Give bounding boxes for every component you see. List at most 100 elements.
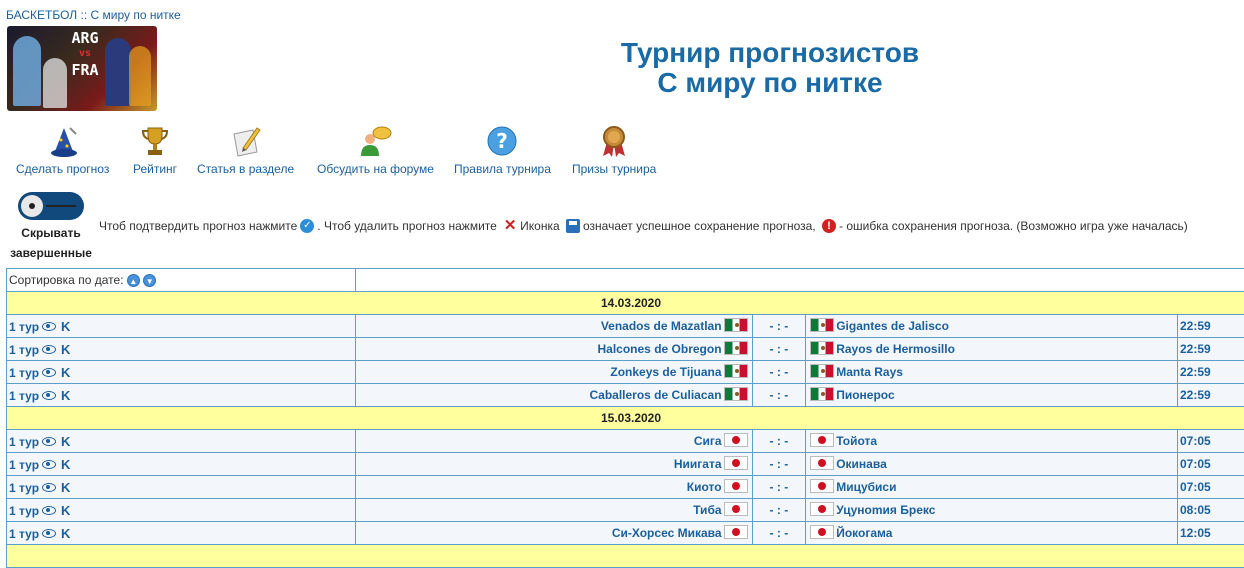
home-team-name[interactable]: Киото [687,480,722,494]
tour-link[interactable]: 1 тур [9,435,39,449]
k-link[interactable]: K [61,503,70,518]
nav-rules[interactable]: ? Правила турнира [454,124,551,176]
mexico-flag-icon [810,341,834,355]
sort-desc-icon[interactable]: ▼ [143,274,156,287]
eye-icon[interactable] [42,322,56,331]
match-row: 1 турKСи-Хорсес Микава- : -Йокогама12:05 [7,522,1244,545]
away-team-cell: Gigantes de Jalisco [806,315,1178,338]
away-team-name[interactable]: Йокогама [836,526,892,540]
matches-table: Сортировка по дате: ▲ ▼ 14.03.20201 турK… [6,268,1244,568]
wizard-hat-icon [46,124,80,158]
score-cell[interactable]: - : - [752,499,806,522]
tour-cell: 1 тур K [7,522,356,545]
k-link[interactable]: K [61,480,70,495]
eye-icon[interactable] [42,391,56,400]
home-team-name[interactable]: Сига [694,434,722,448]
match-row: 1 тур K Venados de Mazatlan - : - Gigantes d… [7,315,1244,338]
eye-icon[interactable] [42,529,56,538]
japan-flag-icon [810,479,834,493]
k-link[interactable]: K [61,319,70,334]
sort-asc-icon[interactable]: ▲ [127,274,140,287]
k-link[interactable]: K [61,526,70,541]
mexico-flag-icon [724,341,748,355]
tour-link[interactable]: 1 тур [9,527,39,541]
eye-icon[interactable] [42,483,56,492]
away-team-cell: Окинава [806,453,1178,476]
away-team-name[interactable]: Тойота [836,434,877,448]
away-team-name[interactable]: Мицубиси [836,480,896,494]
eye-icon[interactable] [42,368,56,377]
away-team-cell: Йокогама [806,522,1178,545]
match-time: 22:59 [1177,338,1244,361]
help-question-icon: ? [485,124,519,158]
eye-icon[interactable] [42,506,56,515]
home-team-cell: Venados de Mazatlan [356,315,752,338]
away-team-name[interactable]: Rayos de Hermosillo [836,342,955,356]
away-team-cell: Уцунomия Брекс [806,499,1178,522]
score-cell[interactable]: - : - [752,453,806,476]
k-link[interactable]: K [61,388,70,403]
score-cell[interactable]: - : - [752,476,806,499]
away-team-name[interactable]: Уцунomия Брекс [836,503,935,517]
home-team-name[interactable]: Zonkeys de Tijuana [610,365,721,379]
away-team-name[interactable]: Manta Rays [836,365,903,379]
match-row: 1 турKZonkeys de Tijuana- : -Manta Rays2… [7,361,1244,384]
banner-matchup: ARG vs FRA [69,30,101,78]
away-team-name[interactable]: Gigantes de Jalisco [836,319,949,333]
k-link[interactable]: K [61,457,70,472]
eye-icon[interactable] [42,345,56,354]
nav-forum[interactable]: Обсудить на форуме [317,124,434,176]
home-team-name[interactable]: Тиба [693,503,721,517]
home-team-cell: Сига [356,430,752,453]
breadcrumb[interactable]: БАСКЕТБОЛ :: С миру по нитке [6,8,181,22]
nav-rating[interactable]: Рейтинг [133,124,177,176]
hide-finished-toggle[interactable] [18,192,84,220]
mexico-flag-icon [724,364,748,378]
nav-make-prediction[interactable]: Сделать прогноз [16,124,109,176]
score-cell[interactable]: - : - [752,315,806,338]
match-row: 1 турKСига- : -Тойота07:05 [7,430,1244,453]
score-cell[interactable]: - : - [752,430,806,453]
tournament-banner-image[interactable]: ARG vs FRA [7,26,157,111]
tour-link[interactable]: 1 тур [9,504,39,518]
tour-link[interactable]: 1 тур [9,481,39,495]
error-exclamation-icon: ! [822,219,836,233]
score-cell[interactable]: - : - [752,522,806,545]
tour-cell: 1 тур K [7,338,356,361]
home-team-name[interactable]: Caballeros de Culiacan [589,388,721,402]
k-link[interactable]: K [61,434,70,449]
forum-chat-icon [358,124,392,158]
tour-cell: 1 тур K [7,430,356,453]
away-team-name[interactable]: Окинава [836,457,887,471]
home-team-cell: Тиба [356,499,752,522]
tour-cell: 1 тур K [7,361,356,384]
score-cell[interactable]: - : - [752,384,806,407]
tour-link[interactable]: 1 тур [9,458,39,472]
away-team-cell: Пионерос [806,384,1178,407]
k-link[interactable]: K [61,342,70,357]
score-cell[interactable]: - : - [752,361,806,384]
home-team-cell: Zonkeys de Tijuana [356,361,752,384]
home-team-name[interactable]: Venados de Mazatlan [601,319,722,333]
nav-article[interactable]: Статья в разделе [197,124,294,176]
away-team-name[interactable]: Пионерос [836,388,894,402]
match-time: 22:59 [1177,315,1244,338]
date-header-row: 14.03.2020 [7,292,1244,315]
eye-icon[interactable] [42,437,56,446]
tour-link[interactable]: 1 тур [9,343,39,357]
home-team-name[interactable]: Ниигата [674,457,722,471]
home-team-name[interactable]: Си-Хорсес Микава [612,526,722,540]
tour-link[interactable]: 1 тур [9,366,39,380]
match-row: 1 турKНиигата- : -Окинава07:05 [7,453,1244,476]
home-team-name[interactable]: Halcones de Obregon [598,342,722,356]
k-link[interactable]: K [61,365,70,380]
score-cell[interactable]: - : - [752,338,806,361]
home-team-cell: Halcones de Obregon [356,338,752,361]
tour-link[interactable]: 1 тур [9,320,39,334]
svg-text:?: ? [497,129,509,153]
mexico-flag-icon [810,387,834,401]
tour-link[interactable]: 1 тур [9,389,39,403]
match-time: 22:59 [1177,384,1244,407]
nav-prizes[interactable]: Призы турнира [572,124,656,176]
eye-icon[interactable] [42,460,56,469]
